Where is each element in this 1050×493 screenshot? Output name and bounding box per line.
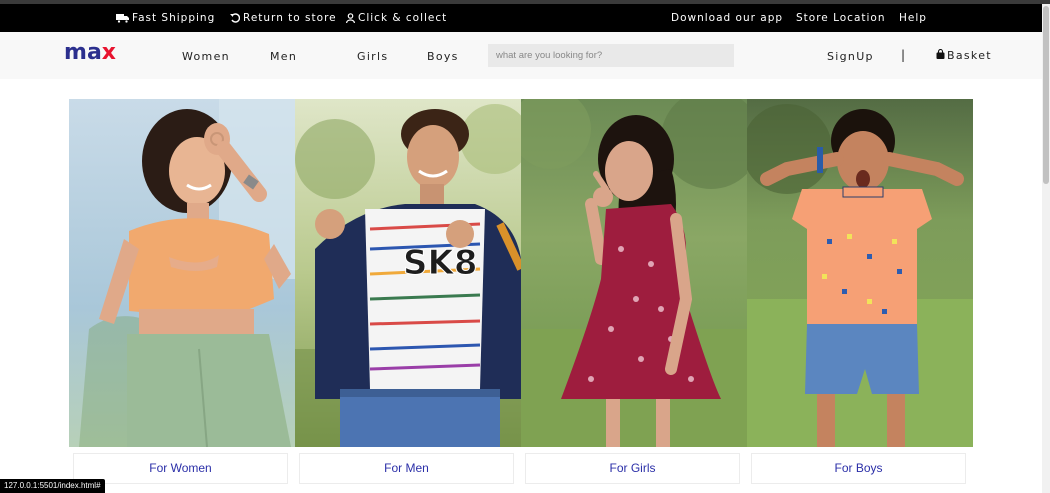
basket-label: Basket: [947, 49, 992, 62]
nav-separator: |: [901, 48, 906, 62]
return-icon: [230, 13, 240, 23]
nav-girls[interactable]: Girls: [357, 50, 388, 63]
nav-boys[interactable]: Boys: [427, 50, 459, 63]
nav-women[interactable]: Women: [182, 50, 230, 63]
for-girls-button[interactable]: For Girls: [525, 453, 740, 484]
download-app-link[interactable]: Download our app: [671, 12, 783, 24]
help-link[interactable]: Help: [899, 12, 927, 24]
for-boys-button[interactable]: For Boys: [751, 453, 966, 484]
click-collect-label: Click & collect: [358, 12, 448, 24]
user-icon: [346, 13, 355, 23]
store-location-link[interactable]: Store Location: [796, 12, 886, 24]
boys-category-image[interactable]: [747, 99, 973, 447]
basket-link[interactable]: Basket: [936, 48, 992, 62]
fast-shipping-link[interactable]: Fast Shipping: [116, 12, 215, 24]
women-category-image[interactable]: [69, 99, 295, 447]
search-input[interactable]: what are you looking for?: [488, 44, 734, 67]
main-navbar: max Women Men Girls Boys what are you lo…: [0, 32, 1042, 79]
nav-men[interactable]: Men: [270, 50, 297, 63]
status-url-bar: 127.0.0.1:5501/index.html#: [0, 479, 105, 493]
click-collect-link[interactable]: Click & collect: [346, 12, 447, 24]
signup-link[interactable]: SignUp: [827, 50, 874, 63]
truck-icon: [116, 13, 129, 23]
top-bar: Fast Shipping Return to store Click & co…: [0, 4, 1042, 32]
for-women-button[interactable]: For Women: [73, 453, 288, 484]
fast-shipping-label: Fast Shipping: [132, 12, 216, 24]
for-men-button[interactable]: For Men: [299, 453, 514, 484]
return-to-store-link[interactable]: Return to store: [230, 12, 337, 24]
bag-icon: [936, 48, 945, 62]
max-logo[interactable]: max: [64, 42, 116, 64]
svg-text:SK8: SK8: [403, 243, 478, 283]
men-category-image[interactable]: SK8: [295, 99, 521, 447]
girls-category-image[interactable]: [521, 99, 747, 447]
scrollbar-thumb[interactable]: [1043, 6, 1049, 184]
return-to-store-label: Return to store: [243, 12, 337, 24]
